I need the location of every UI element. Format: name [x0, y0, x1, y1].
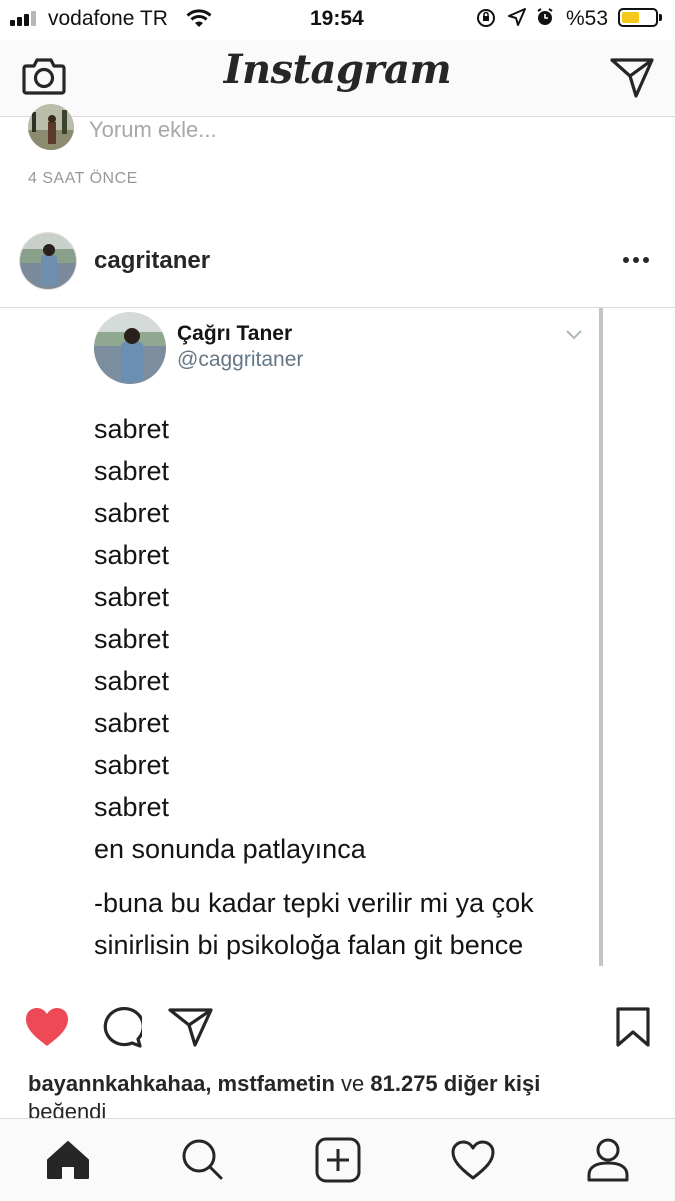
status-bar: vodafone TR 19:54 %53 [0, 0, 675, 40]
battery-icon [618, 8, 658, 27]
wifi-icon [186, 9, 212, 27]
tweet-line: sabret [94, 498, 170, 528]
bottom-tab-bar [0, 1118, 675, 1201]
clock: 19:54 [310, 7, 364, 30]
tweet-line: sabret [94, 624, 170, 654]
tweet-reply-line: -buna bu kadar tepki verilir mi ya çok [94, 888, 534, 918]
chevron-down-icon [566, 330, 582, 340]
profile-icon[interactable] [586, 1137, 630, 1183]
carrier-name: vodafone TR [48, 7, 168, 30]
tweet-body: sabret sabret sabret sabret sabret sabre… [94, 414, 534, 972]
activity-icon[interactable] [450, 1139, 496, 1181]
comment-input[interactable]: Yorum ekle... [89, 117, 217, 143]
comment-icon[interactable] [98, 1006, 142, 1048]
tweet-line: sabret [94, 792, 170, 822]
tweet-avatar [94, 312, 166, 384]
ellipsis-icon[interactable] [622, 255, 650, 265]
tweet-line: sabret [94, 540, 170, 570]
home-icon[interactable] [46, 1139, 90, 1181]
post-author-username[interactable]: cagritaner [94, 247, 210, 275]
instagram-logo: Instagram [223, 46, 452, 93]
location-arrow-icon [508, 8, 526, 26]
signal-strength-icon [10, 10, 42, 26]
tweet-handle: @caggritaner [177, 348, 304, 371]
tweet-line: sabret [94, 582, 170, 612]
tweet-line: sabret [94, 456, 170, 486]
heart-icon[interactable] [24, 1006, 70, 1048]
tweet-display-name: Çağrı Taner [177, 322, 293, 345]
likes-separator: , [205, 1071, 218, 1096]
liker-username-2[interactable]: mstfametin [218, 1071, 335, 1096]
bookmark-icon[interactable] [615, 1006, 651, 1048]
top-navigation-bar: Instagram [0, 40, 675, 117]
my-avatar [28, 104, 74, 150]
post-author-avatar[interactable] [19, 232, 77, 290]
search-icon[interactable] [180, 1137, 224, 1181]
tweet-reply-line: sinirlisin bi psikoloğa falan git bence [94, 930, 524, 960]
likes-others-count[interactable]: 81.275 diğer kişi [370, 1071, 540, 1096]
post-timestamp: 4 SAAT ÖNCE [28, 170, 138, 187]
tweet-border-line [599, 308, 603, 966]
alarm-icon [537, 8, 553, 25]
share-icon[interactable] [168, 1006, 214, 1048]
post-image[interactable]: Çağrı Taner @caggritaner sabret sabret s… [0, 308, 675, 980]
add-post-icon[interactable] [315, 1137, 361, 1183]
battery-percentage: %53 [566, 7, 609, 30]
orientation-lock-icon [477, 9, 495, 27]
battery-tip [659, 14, 662, 21]
direct-message-icon[interactable] [610, 56, 654, 98]
tweet-line: en sonunda patlayınca [94, 834, 366, 864]
tweet-line: sabret [94, 750, 170, 780]
camera-icon[interactable] [22, 56, 66, 96]
tweet-line: sabret [94, 666, 170, 696]
tweet-line: sabret [94, 708, 170, 738]
likes-and: ve [334, 1071, 371, 1096]
tweet-line: sabret [94, 414, 170, 444]
liker-username-1[interactable]: bayannkahkahaa [28, 1071, 205, 1096]
